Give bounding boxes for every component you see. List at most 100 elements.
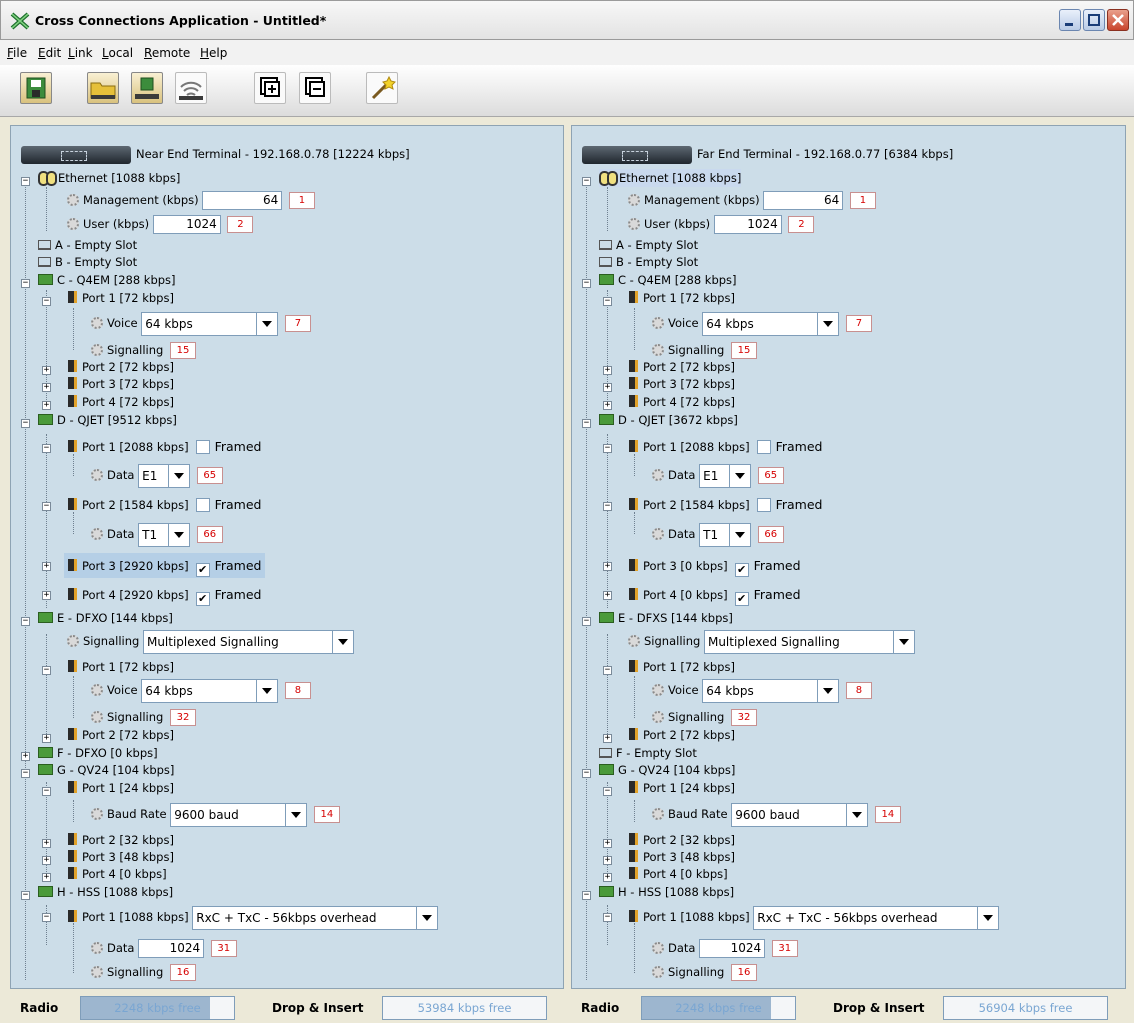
line-type-dropdown[interactable]: E1	[699, 463, 752, 488]
tree-e-port1[interactable]: Port 1 [72 kbps]	[629, 658, 735, 676]
collapse-toggle[interactable]: −	[582, 617, 591, 626]
tree-card-e[interactable]: E - DFXO [144 kbps]	[38, 609, 173, 627]
expand-toggle[interactable]: +	[21, 752, 30, 761]
tree-e-port2[interactable]: Port 2 [72 kbps]	[68, 726, 174, 744]
collapse-toggle[interactable]: −	[21, 769, 30, 778]
tree-g-port1[interactable]: Port 1 [24 kbps]	[629, 779, 735, 797]
tree-e-port1[interactable]: Port 1 [72 kbps]	[68, 658, 174, 676]
minimize-button[interactable]	[1059, 9, 1081, 31]
tree-d-port4[interactable]: Port 4 [0 kbps] ✔ Framed	[629, 583, 801, 607]
user-input[interactable]: 1024	[713, 215, 782, 234]
framed-checkbox[interactable]: ✔	[195, 592, 210, 606]
collapse-toggle[interactable]: −	[582, 279, 591, 288]
expand-toggle[interactable]: +	[42, 591, 51, 600]
tree-ethernet[interactable]: Ethernet [1088 kbps]	[38, 169, 180, 187]
tree-c-port1[interactable]: Port 1 [72 kbps]	[68, 289, 174, 307]
framed-checkbox[interactable]: ✔	[195, 563, 210, 577]
collapse-toggle[interactable]: −	[582, 891, 591, 900]
collapse-toggle[interactable]: −	[603, 913, 612, 922]
expand-toggle[interactable]: +	[42, 562, 51, 571]
tree-d-port3[interactable]: Port 3 [2920 kbps] ✔ Framed	[64, 553, 266, 578]
menu-edit[interactable]: Edit	[38, 46, 61, 60]
expand-toggle[interactable]: +	[603, 562, 612, 571]
management-input[interactable]: 64	[763, 191, 844, 210]
tree-c-port3[interactable]: Port 3 [72 kbps]	[68, 375, 174, 393]
collapse-toggle[interactable]: −	[603, 502, 612, 511]
wizard-button[interactable]	[366, 72, 398, 104]
tree-c-port2[interactable]: Port 2 [72 kbps]	[629, 358, 735, 376]
framed-checkbox[interactable]: ✔	[734, 592, 749, 606]
expand-toggle[interactable]: +	[42, 856, 51, 865]
expand-toggle[interactable]: +	[42, 839, 51, 848]
open-button[interactable]	[87, 72, 119, 104]
voice-rate-dropdown[interactable]: 64 kbps	[141, 311, 279, 336]
tree-card-d[interactable]: D - QJET [9512 kbps]	[38, 411, 177, 429]
download-button[interactable]	[131, 72, 163, 104]
user-input[interactable]: 1024	[152, 215, 221, 234]
tree-slot-a[interactable]: A - Empty Slot	[599, 236, 698, 254]
collapse-toggle[interactable]: −	[42, 666, 51, 675]
tree-ethernet[interactable]: Ethernet [1088 kbps]	[599, 169, 742, 187]
tree-c-port2[interactable]: Port 2 [72 kbps]	[68, 358, 174, 376]
close-button[interactable]	[1107, 9, 1129, 31]
tree-e-port2[interactable]: Port 2 [72 kbps]	[629, 726, 735, 744]
tree-card-g[interactable]: G - QV24 [104 kbps]	[38, 761, 174, 779]
collapse-toggle[interactable]: −	[42, 787, 51, 796]
collapse-toggle[interactable]: −	[21, 177, 30, 186]
signalling-dropdown[interactable]: Multiplexed Signalling	[703, 629, 915, 654]
tree-g-port1[interactable]: Port 1 [24 kbps]	[68, 779, 174, 797]
signalling-dropdown[interactable]: Multiplexed Signalling	[142, 629, 354, 654]
collapse-toggle[interactable]: −	[21, 891, 30, 900]
collapse-toggle[interactable]: −	[603, 297, 612, 306]
framed-checkbox[interactable]	[195, 440, 210, 454]
expand-toggle[interactable]: +	[603, 734, 612, 743]
expand-toggle[interactable]: +	[603, 383, 612, 392]
collapse-toggle[interactable]: −	[21, 419, 30, 428]
tree-card-h[interactable]: H - HSS [1088 kbps]	[38, 883, 173, 901]
collapse-toggle[interactable]: −	[603, 666, 612, 675]
collapse-toggle[interactable]: −	[582, 769, 591, 778]
line-type-dropdown[interactable]: E1	[138, 463, 191, 488]
tree-g-port4[interactable]: Port 4 [0 kbps]	[629, 865, 728, 883]
tree-slot-b[interactable]: B - Empty Slot	[38, 253, 137, 271]
tree-g-port3[interactable]: Port 3 [48 kbps]	[68, 848, 174, 866]
tree-g-port2[interactable]: Port 2 [32 kbps]	[68, 831, 174, 849]
tree-card-h[interactable]: H - HSS [1088 kbps]	[599, 883, 734, 901]
tree-card-c[interactable]: C - Q4EM [288 kbps]	[38, 271, 176, 289]
tree-d-port1[interactable]: Port 1 [2088 kbps] Framed	[68, 435, 261, 459]
framed-checkbox[interactable]	[195, 498, 210, 512]
tree-card-c[interactable]: C - Q4EM [288 kbps]	[599, 271, 737, 289]
baud-rate-dropdown[interactable]: 9600 baud	[170, 802, 308, 827]
tree-g-port2[interactable]: Port 2 [32 kbps]	[629, 831, 735, 849]
menu-file[interactable]: File	[7, 46, 27, 60]
tree-h-port1[interactable]: Port 1 [1088 kbps] RxC + TxC - 56kbps ov…	[68, 904, 439, 930]
tree-slot-b[interactable]: B - Empty Slot	[599, 253, 698, 271]
tree-c-port1[interactable]: Port 1 [72 kbps]	[629, 289, 735, 307]
menu-local[interactable]: Local	[102, 46, 133, 60]
expand-toggle[interactable]: +	[603, 401, 612, 410]
clock-mode-dropdown[interactable]: RxC + TxC - 56kbps overhead	[192, 905, 439, 930]
collapse-toggle[interactable]: −	[42, 297, 51, 306]
tree-g-port4[interactable]: Port 4 [0 kbps]	[68, 865, 167, 883]
tree-g-port3[interactable]: Port 3 [48 kbps]	[629, 848, 735, 866]
menu-link[interactable]: Link	[68, 46, 93, 60]
framed-checkbox[interactable]	[756, 440, 771, 454]
menu-remote[interactable]: Remote	[144, 46, 190, 60]
tree-c-port4[interactable]: Port 4 [72 kbps]	[629, 393, 735, 411]
expand-toggle[interactable]: +	[603, 839, 612, 848]
collapse-toggle[interactable]: −	[603, 787, 612, 796]
collapse-toggle[interactable]: −	[42, 444, 51, 453]
collapse-toggle[interactable]: −	[21, 279, 30, 288]
tree-slot-f[interactable]: F - Empty Slot	[599, 744, 697, 762]
line-type-dropdown[interactable]: T1	[138, 522, 191, 547]
tree-d-port3[interactable]: Port 3 [0 kbps] ✔ Framed	[629, 554, 801, 578]
tree-c-port4[interactable]: Port 4 [72 kbps]	[68, 393, 174, 411]
expand-toggle[interactable]: +	[603, 856, 612, 865]
collapse-all-button[interactable]	[299, 72, 331, 104]
save-button[interactable]	[20, 72, 52, 104]
antenna-button[interactable]	[175, 72, 207, 104]
menu-help[interactable]: Help	[200, 46, 227, 60]
voice-rate-dropdown[interactable]: 64 kbps	[702, 311, 840, 336]
tree-card-e[interactable]: E - DFXS [144 kbps]	[599, 609, 733, 627]
expand-toggle[interactable]: +	[42, 383, 51, 392]
